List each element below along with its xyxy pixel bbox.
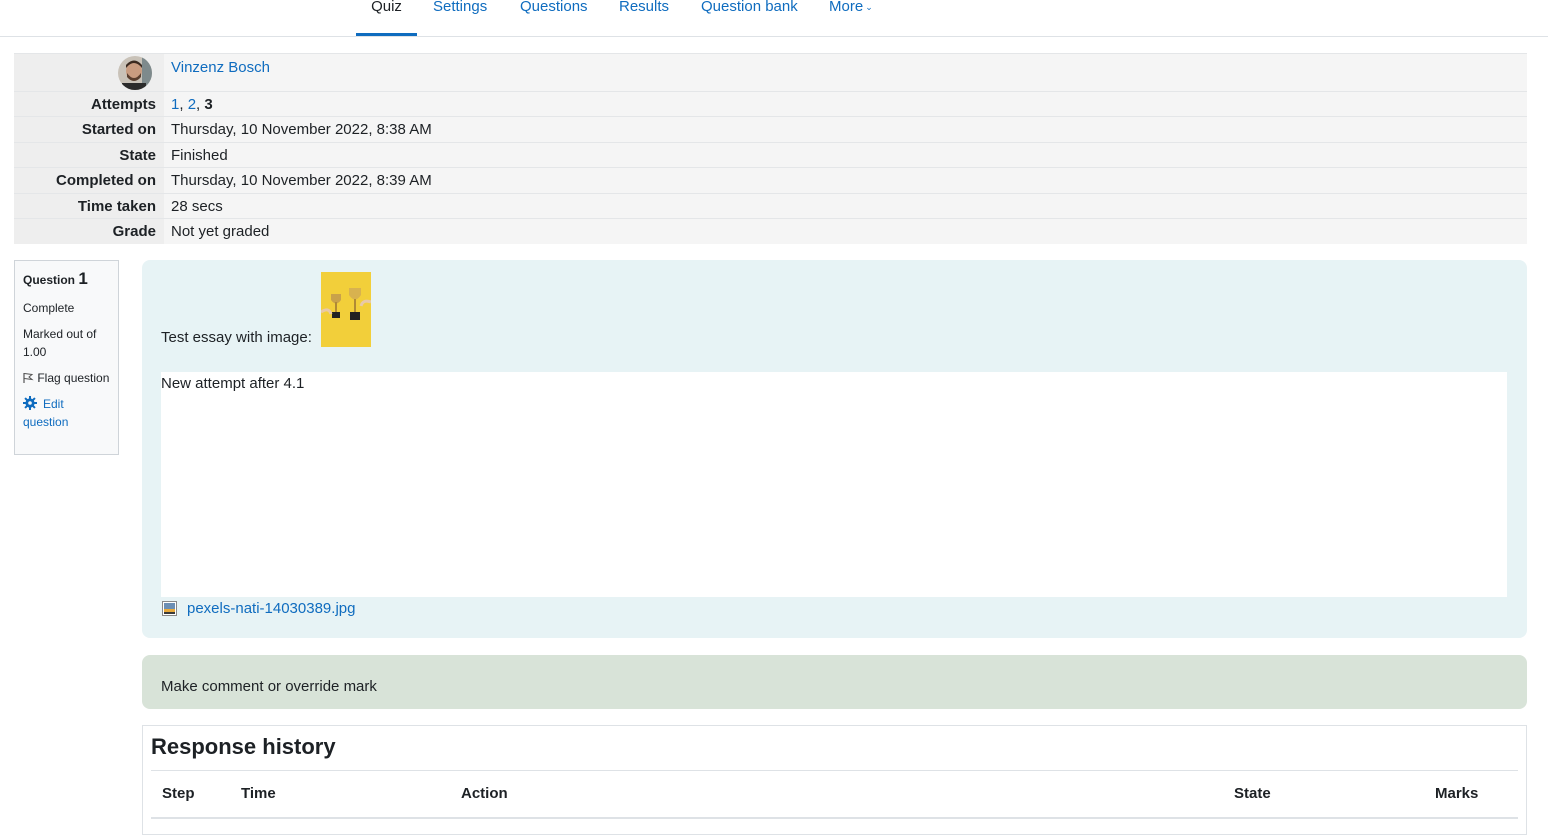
attempt-current: 3 [204,96,213,113]
edit-question-link[interactable]: Edit question [23,395,110,431]
state-value: Finished [171,147,228,164]
tab-questions[interactable]: Questions [520,0,588,36]
time-taken-value: 28 secs [171,198,223,215]
summary-row-state: State Finished [14,142,1527,168]
image-file-icon [162,601,177,616]
column-header-step: Step [162,785,195,802]
make-comment-link[interactable]: Make comment or override mark [161,678,377,695]
tab-quiz[interactable]: Quiz [356,0,417,36]
tab-question-bank[interactable]: Question bank [701,0,798,36]
completed-label: Completed on [14,168,164,193]
divider [151,817,1518,819]
completed-value: Thursday, 10 November 2022, 8:39 AM [171,172,432,189]
tab-results[interactable]: Results [619,0,669,36]
user-name-link[interactable]: Vinzenz Bosch [171,59,270,76]
attachment-filename[interactable]: pexels-nati-14030389.jpg [187,600,355,617]
summary-row-started: Started on Thursday, 10 November 2022, 8… [14,116,1527,142]
summary-label-cell [14,54,164,91]
question-info-panel: Question 1 Complete Marked out of 1.00 F… [14,260,119,455]
summary-row-time-taken: Time taken 28 secs [14,193,1527,219]
grade-value: Not yet graded [171,223,270,240]
grade-label: Grade [14,219,164,244]
column-header-action: Action [461,785,508,802]
state-label: State [14,143,164,168]
time-taken-label: Time taken [14,194,164,219]
comment-panel: Make comment or override mark [142,655,1527,709]
essay-answer-box: New attempt after 4.1 [161,372,1507,597]
summary-row-attempts: Attempts 1, 2, 3 [14,91,1527,117]
attempts-label: Attempts [14,92,164,117]
question-number: Question 1 [23,269,88,288]
flag-question-toggle[interactable]: Flag question [23,369,110,387]
divider [151,770,1518,771]
column-header-marks: Marks [1435,785,1479,802]
started-value: Thursday, 10 November 2022, 8:38 AM [171,121,432,138]
tab-settings[interactable]: Settings [433,0,487,36]
flag-icon [23,370,34,383]
secondary-navigation: Quiz Settings Questions Results Question… [0,0,1548,37]
attempt-link-1[interactable]: 1 [171,96,179,113]
tab-more[interactable]: More ⌄ [829,0,873,36]
avatar[interactable] [118,56,152,90]
question-prompt: Test essay with image: [161,329,312,346]
summary-row-user: Vinzenz Bosch [14,53,1527,91]
question-status: Complete [23,301,75,315]
question-grade-info: Marked out of 1.00 [23,327,97,359]
response-history: Response history Step Time Action State … [142,725,1527,835]
summary-row-grade: Grade Not yet graded [14,218,1527,244]
column-header-time: Time [241,785,276,802]
gear-icon [23,396,37,410]
started-label: Started on [14,117,164,142]
attempts-list: 1, 2, 3 [171,96,213,113]
attachment-link[interactable]: pexels-nati-14030389.jpg [162,600,355,617]
chevron-down-icon: ⌄ [865,2,873,12]
attempt-link-2[interactable]: 2 [188,96,196,113]
summary-row-completed: Completed on Thursday, 10 November 2022,… [14,167,1527,193]
response-history-title: Response history [151,734,336,759]
column-header-state: State [1234,785,1271,802]
question-content: Test essay with image: New attempt after… [142,260,1527,638]
trophy-image [321,272,371,347]
